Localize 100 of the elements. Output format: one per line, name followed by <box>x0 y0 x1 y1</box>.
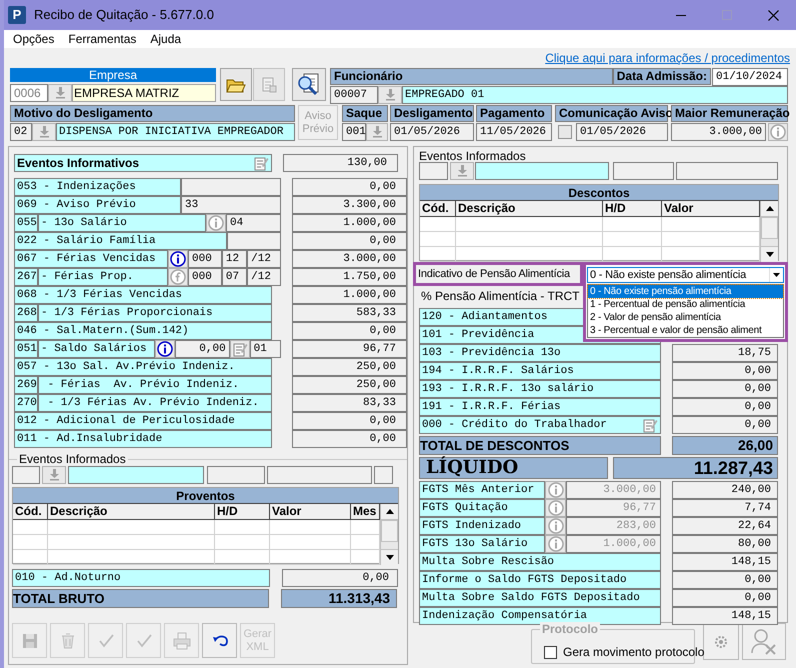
code-field: 055 <box>14 214 38 232</box>
dropdown-option[interactable]: 0 - Não existe pensão alimentícia <box>588 285 783 298</box>
value-field[interactable]: 0,00 <box>672 416 778 434</box>
value-field[interactable]: 0,00 <box>672 589 778 607</box>
input-field[interactable]: 12 <box>222 250 248 268</box>
input-field[interactable]: 01 <box>250 340 281 358</box>
date-field[interactable]: 11/05/2026 <box>476 123 552 141</box>
field-label: 191 - I.R.R.F. Férias <box>419 398 661 416</box>
field-label: Motivo do Desligamento <box>10 105 295 122</box>
value-field[interactable]: 18,75 <box>672 344 778 362</box>
field-label: FGTS Indenizado <box>419 517 545 535</box>
input-field[interactable]: /12 <box>247 268 281 286</box>
total-value: 11.287,43 <box>613 457 778 479</box>
value-field[interactable]: 0,00 <box>292 178 407 196</box>
code-field[interactable]: 00007 <box>330 86 378 104</box>
field-label: 000 - Crédito do Trabalhador <box>422 418 607 433</box>
column-header: Descrição <box>48 504 215 519</box>
menu-item[interactable]: Opções <box>12 30 56 48</box>
value-field[interactable]: 0,00 <box>292 430 407 448</box>
date-field[interactable]: 01/05/2026 <box>576 123 668 141</box>
column-header: H/D <box>603 201 662 216</box>
field-label: - Saldo Salários <box>38 340 155 358</box>
value-field[interactable]: 3.000,00 <box>671 123 766 141</box>
field-label: - 1/3 Férias Proporcionais <box>38 304 272 322</box>
code-field[interactable]: 001 <box>342 123 366 141</box>
input-field[interactable]: EMPREGADO 01 <box>402 86 788 104</box>
value-field[interactable]: 130,00 <box>283 154 398 172</box>
value-field[interactable]: 0,00 <box>292 322 407 340</box>
column-header: H/D <box>215 504 270 519</box>
field-label: FGTS Quitação <box>419 499 545 517</box>
window-title: Recibo de Quitação - 5.677.0.0 <box>34 6 214 24</box>
value-field[interactable]: 148,15 <box>672 553 778 571</box>
select-field[interactable]: 0 - Não existe pensão alimentícia <box>587 267 784 283</box>
value-field[interactable]: 22,64 <box>672 517 778 535</box>
date-field[interactable]: 01/05/2026 <box>390 123 474 141</box>
value-field[interactable]: 96,77 <box>292 340 407 358</box>
value-field[interactable]: 0,00 <box>672 362 778 380</box>
input-field[interactable]: 07 <box>222 268 248 286</box>
code-field[interactable]: 0006 <box>10 84 48 102</box>
total-label: TOTAL DE DESCONTOS <box>419 436 661 455</box>
value-field[interactable]: 250,00 <box>292 358 407 376</box>
value-field[interactable]: 0,00 <box>292 232 407 250</box>
input-field[interactable]: 000 <box>188 268 222 286</box>
field-label: - 1/3 Férias Av. Prévio Indeniz. <box>38 394 272 412</box>
value-field[interactable]: 0,00 <box>672 380 778 398</box>
input-field[interactable]: EMPRESA MATRIZ <box>72 84 216 102</box>
value-field[interactable]: 0,00 <box>672 571 778 589</box>
value-field[interactable]: 250,00 <box>292 376 407 394</box>
value-field[interactable]: 0,00 <box>282 569 398 587</box>
value-field[interactable]: 1.750,00 <box>292 268 407 286</box>
menu-item[interactable]: Ferramentas <box>67 30 138 48</box>
value-field[interactable]: 583,33 <box>292 304 407 322</box>
input-field[interactable]: DISPENSA POR INICIATIVA EMPREGADOR <box>56 123 295 141</box>
value-field[interactable]: 3.300,00 <box>292 196 407 214</box>
column-header: Valor <box>270 504 351 519</box>
date-field[interactable]: 01/10/2024 <box>712 68 788 86</box>
code-field: 267 <box>14 268 38 286</box>
input-field[interactable]: 000 <box>188 250 222 268</box>
value-field[interactable]: 148,15 <box>672 607 778 625</box>
value-field[interactable]: 83,33 <box>292 394 407 412</box>
field-label: Multa Sobre Saldo FGTS Depositado <box>419 589 661 607</box>
dropdown-option[interactable]: 1 - Percentual de pensão alimentícia <box>588 298 783 311</box>
field-label: Empresa <box>10 68 216 82</box>
value-field[interactable]: 0,00 <box>292 412 407 430</box>
value-field[interactable]: 1.000,00 <box>292 286 407 304</box>
table-title: Proventos <box>13 488 398 504</box>
field-label: - Férias Prop. <box>38 268 168 286</box>
field-label: Data Admissão: <box>612 68 711 85</box>
code-field: 269 <box>14 376 38 394</box>
input-field[interactable]: 0,00 <box>175 340 230 358</box>
field-label: 069 - Aviso Prévio <box>14 196 181 214</box>
table-title: Descontos <box>420 185 778 201</box>
menu-item[interactable]: Ajuda <box>149 30 182 48</box>
field-label: Pagamento <box>476 105 552 122</box>
field-label: 103 - Previdência 13o <box>419 344 661 362</box>
field-label: Indenização Compensatória <box>419 607 661 625</box>
help-link[interactable]: Clique aqui para informações / procedimentos <box>545 49 790 65</box>
code-field[interactable]: 02 <box>10 123 32 141</box>
code-field: 268 <box>14 304 38 322</box>
code-field: 270 <box>14 394 38 412</box>
field-label: FGTS 13o Salário <box>419 535 545 553</box>
input-field[interactable]: 33 <box>181 196 281 214</box>
field-label: FGTS Mês Anterior <box>419 481 545 499</box>
checkbox-label: Gera movimento protocolo <box>563 645 704 659</box>
field-label: 067 - Férias Vencidas <box>14 250 168 268</box>
app-logo: P <box>8 6 26 24</box>
value-field[interactable]: 80,00 <box>672 535 778 553</box>
input-field[interactable]: /12 <box>247 250 281 268</box>
column-header: Cód. <box>13 504 48 519</box>
group-label: Protocolo <box>540 622 600 636</box>
value-field[interactable]: 240,00 <box>672 481 778 499</box>
field-label: 046 - Sal.Matern.(Sum.142) <box>14 322 272 340</box>
field-label: 053 - Indenizações <box>14 178 181 196</box>
value-field[interactable]: 0,00 <box>672 398 778 416</box>
value-field[interactable]: 3.000,00 <box>292 250 407 268</box>
input-field[interactable]: 04 <box>226 214 281 232</box>
field-label: Funcionário <box>330 68 613 85</box>
value-field[interactable]: 1.000,00 <box>292 214 407 232</box>
value-field[interactable]: 7,74 <box>672 499 778 517</box>
field-label: Indicativo de Pensão Alimentícia <box>413 262 583 286</box>
